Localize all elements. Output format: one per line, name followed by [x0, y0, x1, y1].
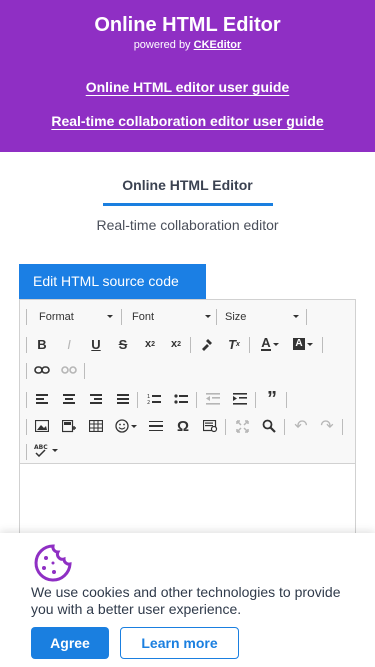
special-char-icon[interactable]: Ω	[172, 415, 194, 437]
toolbar-separator	[26, 419, 27, 435]
chevron-down-icon	[293, 315, 299, 318]
size-dropdown-label: Size	[225, 311, 247, 323]
remove-format-icon[interactable]: Tx	[223, 333, 245, 355]
unlink-icon[interactable]	[58, 359, 80, 381]
toolbar-separator	[26, 337, 27, 353]
spellcheck-icon[interactable]: ABC	[31, 439, 61, 461]
ckeditor-link[interactable]: CKEditor	[194, 39, 242, 51]
blockquote-icon[interactable]: ”	[261, 388, 283, 410]
learn-more-button[interactable]: Learn more	[120, 627, 239, 659]
svg-text:2: 2	[147, 400, 150, 405]
numbered-list-icon[interactable]: 12	[143, 388, 165, 410]
toolbar-separator	[286, 392, 287, 408]
toolbar-separator	[255, 392, 256, 408]
chevron-down-icon	[205, 315, 211, 318]
edit-html-source-button[interactable]: Edit HTML source code	[19, 264, 206, 299]
site-header: Online HTML Editor powered by CKEditor O…	[0, 0, 375, 152]
cookie-icon	[33, 543, 73, 583]
text-color-icon[interactable]: A	[256, 333, 284, 355]
toolbar-separator	[196, 392, 197, 408]
maximize-icon[interactable]	[231, 415, 253, 437]
preview-icon[interactable]	[199, 415, 221, 437]
horizontal-line-icon[interactable]	[145, 415, 167, 437]
bold-icon[interactable]: B	[31, 333, 53, 355]
powered-by: powered by CKEditor	[0, 39, 375, 51]
powered-by-prefix: powered by	[133, 39, 191, 51]
page-title: Online HTML Editor	[94, 14, 281, 36]
chevron-down-icon	[107, 315, 113, 318]
align-right-icon[interactable]	[85, 388, 107, 410]
link-icon[interactable]	[31, 359, 53, 381]
undo-icon[interactable]: ↶	[290, 415, 312, 437]
toolbar-separator	[216, 309, 217, 325]
align-center-icon[interactable]	[58, 388, 80, 410]
font-dropdown[interactable]: Font	[130, 306, 215, 328]
user-guide-link[interactable]: Online HTML editor user guide	[0, 79, 375, 95]
size-dropdown[interactable]: Size	[223, 306, 303, 328]
format-dropdown-label: Format	[39, 311, 74, 323]
active-tab-indicator	[103, 203, 273, 206]
toolbar-separator	[84, 363, 85, 379]
collab-guide-link[interactable]: Real-time collaboration editor user guid…	[0, 113, 375, 129]
increase-indent-icon[interactable]	[229, 388, 251, 410]
toolbar-separator	[306, 309, 307, 325]
agree-button[interactable]: Agree	[31, 627, 109, 659]
toolbar-separator	[322, 337, 323, 353]
decrease-indent-icon[interactable]	[202, 388, 224, 410]
toolbar-separator	[342, 419, 343, 435]
editor-toolbar: Format Font Size B I U S x2 x2 T x A A 1…	[20, 300, 355, 464]
toolbar-separator	[190, 337, 191, 353]
subscript-icon[interactable]: x2	[139, 333, 161, 355]
table-icon[interactable]	[85, 415, 107, 437]
page: Online HTML Editor powered by CKEditor O…	[0, 0, 375, 667]
emoji-icon[interactable]	[112, 415, 140, 437]
cookie-message: We use cookies and other technologies to…	[31, 584, 341, 617]
find-icon[interactable]	[258, 415, 280, 437]
toolbar-separator	[121, 309, 122, 325]
tab-online-html-editor[interactable]: Online HTML Editor	[0, 177, 375, 193]
insert-template-icon[interactable]	[58, 415, 80, 437]
toolbar-separator	[26, 392, 27, 408]
toolbar-separator	[249, 337, 250, 353]
tab-realtime-collab[interactable]: Real-time collaboration editor	[0, 217, 375, 233]
toolbar-separator	[26, 363, 27, 379]
cookie-banner: We use cookies and other technologies to…	[0, 533, 375, 667]
toolbar-separator	[225, 419, 226, 435]
justify-icon[interactable]	[112, 388, 134, 410]
bulleted-list-icon[interactable]	[170, 388, 192, 410]
italic-icon[interactable]: I	[58, 333, 80, 355]
align-left-icon[interactable]	[31, 388, 53, 410]
redo-icon[interactable]: ↷	[316, 415, 338, 437]
toolbar-separator	[26, 309, 27, 325]
underline-icon[interactable]: U	[85, 333, 107, 355]
svg-text:ABC: ABC	[34, 444, 48, 451]
toolbar-separator	[137, 392, 138, 408]
background-color-icon[interactable]: A	[288, 333, 318, 355]
toolbar-separator	[284, 419, 285, 435]
copy-formatting-icon[interactable]	[196, 333, 218, 355]
toolbar-separator	[26, 444, 27, 460]
format-dropdown[interactable]: Format	[37, 306, 117, 328]
image-icon[interactable]	[31, 415, 53, 437]
font-dropdown-label: Font	[132, 311, 155, 323]
superscript-icon[interactable]: x2	[165, 333, 187, 355]
strikethrough-icon[interactable]: S	[112, 333, 134, 355]
